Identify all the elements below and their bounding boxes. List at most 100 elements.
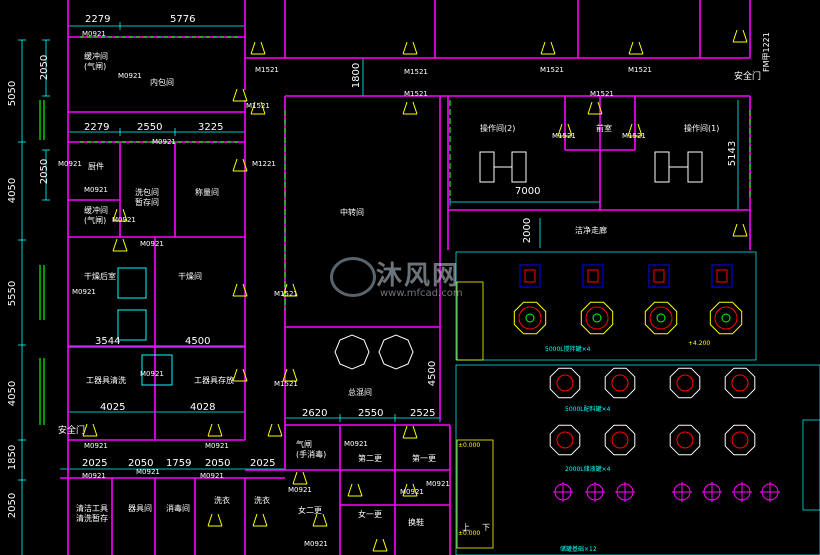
storage-tank-a-4 [724,367,756,399]
door-code-18: M0921 [344,440,368,448]
dim-row3-1: 3544 [95,336,121,347]
reactor-tank-inner-4 [714,306,738,330]
door-code-7: M0921 [140,240,164,248]
agitator-frame-3 [648,264,670,288]
room-dry: 干燥间 [178,272,202,281]
door-code-17: M0921 [426,480,450,488]
dim-row6-1: 2620 [302,408,328,419]
door-swing-6 [232,88,248,102]
door-swing-4 [628,41,644,55]
mix-tank-1 [334,334,370,370]
door-code-31: M1221 [252,160,276,168]
storage-tank-a-3 [669,367,701,399]
door-swing-24 [347,483,363,497]
structural-grid [455,251,820,555]
door-code-27: M1521 [622,132,646,140]
stairs [456,281,494,549]
room-buffer-air: 缓冲间 (气闸) [84,52,108,71]
door-swing-22 [292,471,308,485]
door-code-14: M0921 [200,472,224,480]
dim-row6-3: 2525 [410,408,436,419]
door-swing-23 [402,425,418,439]
storage-tank-b-inner-1 [556,431,574,449]
watermark-url: www.mfcad.com [380,288,463,299]
room-second-change: 第二更 [358,454,382,463]
eq-label-level1: +4.200 [688,340,711,347]
door-code-28: M1521 [246,102,270,110]
door-swing-21 [267,423,283,437]
dim-left-5: 1850 [7,444,19,471]
dim-center-4500: 4500 [427,360,439,387]
cad-floor-plan: 沐风网 www.mfcad.com 2279 5776 2279 2550 32… [0,0,820,555]
door-code-20: M1521 [255,66,279,74]
valve-cross-2 [585,482,605,502]
room-safety: 安全门 [58,426,86,436]
room-tools-clean: 工器具清洗 [86,376,126,385]
mixing-tanks [334,334,414,370]
dim-center-2000: 2000 [522,217,534,244]
door-code-11: M0921 [205,442,229,450]
room-tools-store: 工器具存放 [194,376,234,385]
room-reactor-2: 操作间(2) [480,124,516,133]
storage-tank-a-inner-2 [611,374,629,392]
door-code-30: M1521 [274,380,298,388]
room-bath: 洗衣 [214,496,230,505]
room-cleaning-tools: 清洁工具 清洗暂存 [76,504,108,523]
door-swing-3 [540,41,556,55]
door-swing-5 [732,29,748,43]
dim-left-6: 2050 [7,492,19,519]
dim-left-inner-1: 2050 [39,54,51,81]
door-fm: FM甲1221 [762,32,771,72]
door-code-4: M0921 [58,160,82,168]
mix-tank-2 [378,334,414,370]
dim-left-1: 5050 [7,80,19,107]
dim-row2-2: 2550 [137,122,163,133]
reactor-tank-core-3 [656,313,666,323]
dim-row5-5: 2025 [250,458,276,469]
door-swing-26 [252,513,268,527]
door-code-19: M0921 [304,540,328,548]
storage-tank-a-2 [604,367,636,399]
dim-center-5143: 5143 [727,140,739,167]
eq-label-row1: 5000L搅拌罐×4 [545,346,591,353]
reactor-tank-core-2 [592,313,602,323]
room-first-change: 第一更 [412,454,436,463]
dim-top-1: 2279 [85,14,111,25]
storage-tank-b-inner-3 [676,431,694,449]
door-code-25: M1521 [590,90,614,98]
door-swing-8 [402,101,418,115]
door-swing-29 [372,538,388,552]
valve-cross-3 [615,482,635,502]
dim-row6-2: 2550 [358,408,384,419]
room-front: 前室 [596,124,612,133]
room-air-lock: 气闸 (手消毒) [296,440,327,459]
door-swing-1 [250,41,266,55]
door-code-21: M1521 [404,68,428,76]
reactor-tank-inner-2 [585,306,609,330]
door-swing-17 [112,238,128,252]
room-inner-pack: 内包间 [150,78,174,87]
door-code-1: M0921 [82,30,106,38]
dryer-cabinet-1 [117,267,147,299]
door-code-24: M1521 [404,90,428,98]
eq-label-level2: ±0.000 [458,442,481,449]
dim-center-7000: 7000 [515,186,541,197]
room-buffer-air-2: 缓冲间 (气闸) [84,206,108,225]
door-code-23: M1521 [628,66,652,74]
watermark-logo [330,257,376,297]
reactor-tank-inner-3 [649,306,673,330]
storage-tank-a-inner-4 [731,374,749,392]
valve-cross-4 [672,482,692,502]
door-code-29: M1521 [274,290,298,298]
dim-left-3: 5550 [7,280,19,307]
eq-label-row3: 2000L储液罐×4 [565,466,611,473]
door-code-12: M0921 [82,472,106,480]
eq-label-bottom: 储罐基础×12 [560,546,597,553]
dim-row4-1: 4025 [100,402,126,413]
door-code-16: M0921 [400,488,424,496]
dim-row2-1: 2279 [84,122,110,133]
storage-tank-b-3 [669,424,701,456]
door-code-5: M0921 [84,186,108,194]
dim-row2-3: 3225 [198,122,224,133]
storage-tank-b-inner-2 [611,431,629,449]
